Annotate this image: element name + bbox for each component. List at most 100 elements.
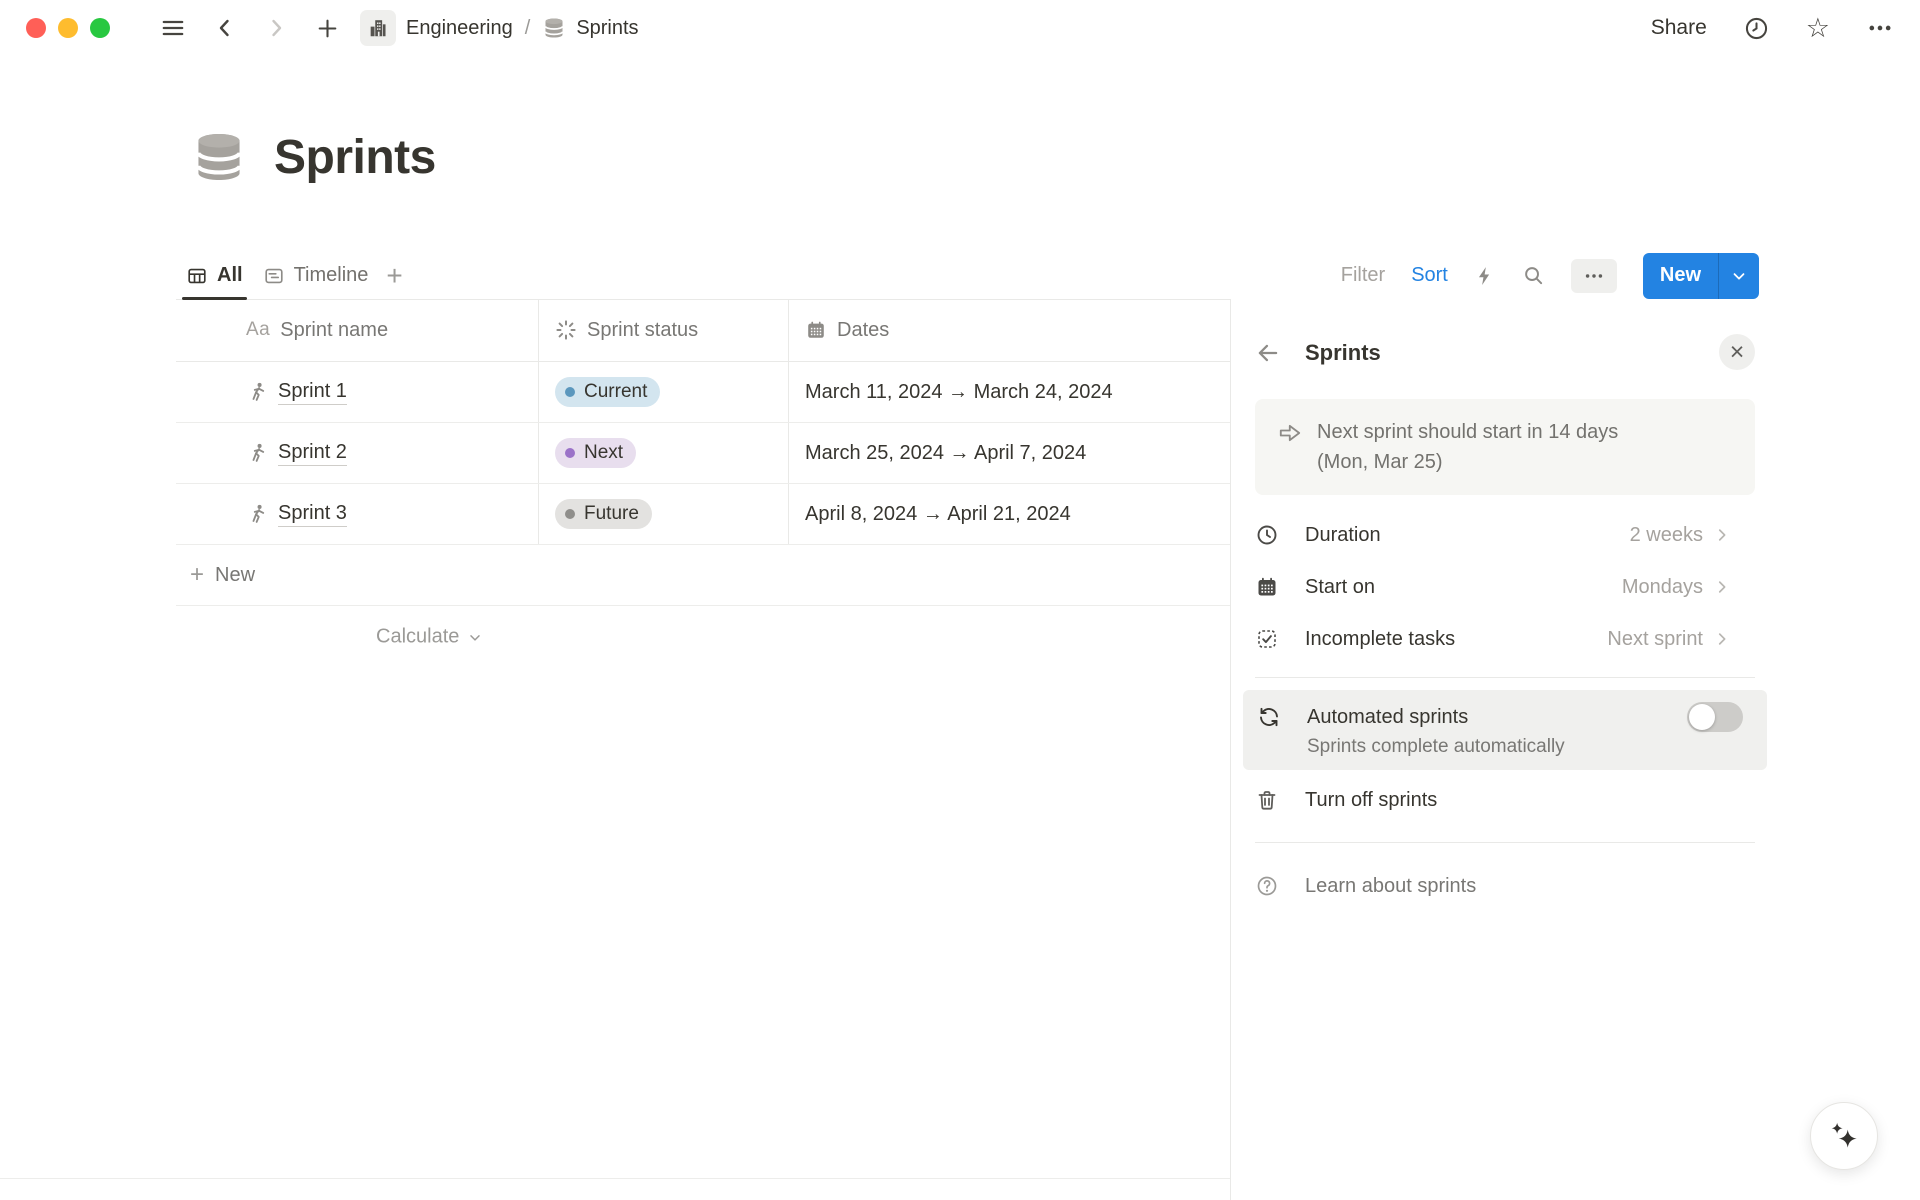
ai-assistant-button[interactable] [1810,1102,1878,1170]
panel-header: Sprints × [1255,333,1755,373]
sprints-settings-panel: Sprints × Next sprint should start in 14… [1230,299,1920,1200]
plus-icon: + [190,563,204,587]
status-dot [565,448,575,458]
page-database-icon[interactable] [190,128,248,186]
panel-title: Sprints [1305,340,1381,366]
status-spinner-icon [555,319,577,341]
workspace-icon[interactable] [360,10,396,46]
help-circle-icon [1255,874,1279,898]
tab-all[interactable]: All [176,252,253,299]
content-bottom-divider [0,1178,1230,1179]
sprint-status-cell[interactable]: Next [539,423,789,483]
page-header: Sprints [190,128,436,186]
checkbox-dotted-icon [1255,627,1279,651]
chevron-right-icon [1713,526,1731,544]
forward-icon[interactable] [264,15,288,41]
automations-bolt-icon[interactable] [1474,265,1496,287]
setting-incomplete-tasks[interactable]: Incomplete tasks Next sprint [1255,613,1755,665]
zoom-window-button[interactable] [90,18,110,38]
sprints-table: Aa Sprint name Sprint status [176,299,1230,668]
tab-timeline[interactable]: Timeline [253,252,379,299]
next-sprint-notice: Next sprint should start in 14 days (Mon… [1255,399,1755,495]
table-header-row: Aa Sprint name Sprint status [176,299,1230,362]
table-row: Sprint 2 Next March 25, 2024 → April 7, … [176,423,1230,484]
panel-close-button[interactable]: × [1719,334,1755,370]
breadcrumb-workspace[interactable]: Engineering [406,17,513,40]
status-dot [565,509,575,519]
automated-sprints-row[interactable]: Automated sprints Sprints complete autom… [1243,690,1767,770]
status-badge[interactable]: Current [555,377,660,407]
automated-sprints-description: Sprints complete automatically [1307,736,1753,758]
sprint-name-cell[interactable]: Sprint 3 [176,484,539,544]
app-window: Engineering / Sprints Share ☆ [0,0,1920,1200]
table-row: Sprint 3 Future April 8, 2024 → April 21… [176,484,1230,545]
window-controls [26,18,110,38]
table-row: Sprint 1 Current March 11, 2024 → March … [176,362,1230,423]
new-page-icon[interactable] [315,16,340,41]
page-title[interactable]: Sprints [274,130,436,185]
share-button[interactable]: Share [1651,16,1707,40]
minimize-window-button[interactable] [58,18,78,38]
repeat-icon [1257,705,1281,729]
sprint-name-cell[interactable]: Sprint 1 [176,362,539,422]
notice-text: Next sprint should start in 14 days (Mon… [1317,417,1665,477]
sidebar-menu-icon[interactable] [160,15,186,41]
more-options-icon[interactable] [1866,14,1894,42]
ellipsis-icon [1583,265,1605,287]
dates-cell[interactable]: March 25, 2024 → April 7, 2024 [789,423,1230,483]
table-view-icon [186,265,208,287]
chevron-right-icon [1713,630,1731,648]
sprint-status-cell[interactable]: Current [539,362,789,422]
new-record-button[interactable]: New [1643,253,1759,299]
updates-clock-icon[interactable] [1743,15,1770,42]
view-options-button[interactable] [1571,259,1617,293]
setting-duration[interactable]: Duration 2 weeks [1255,509,1755,561]
column-header-sprint-status[interactable]: Sprint status [539,299,789,361]
status-badge[interactable]: Future [555,499,652,529]
new-row-button[interactable]: + New [176,545,1230,606]
search-icon[interactable] [1522,264,1545,287]
favorite-star-icon[interactable]: ☆ [1806,15,1830,42]
breadcrumb-separator: / [525,17,531,40]
add-view-button[interactable]: + [378,262,410,290]
arrow-right-outline-icon [1277,420,1303,446]
sprint-status-cell[interactable]: Future [539,484,789,544]
status-dot [565,387,575,397]
new-dropdown-chevron-icon[interactable] [1719,253,1759,299]
sprint-settings-list: Duration 2 weeks St [1255,509,1755,665]
dates-cell[interactable]: April 8, 2024 → April 21, 2024 [789,484,1230,544]
dates-cell[interactable]: March 11, 2024 → March 24, 2024 [789,362,1230,422]
filter-button[interactable]: Filter [1341,264,1385,287]
column-header-dates[interactable]: Dates [789,299,1230,361]
calendar-icon [805,319,827,341]
runner-icon [246,442,268,464]
calculate-button[interactable]: Calculate [376,626,483,649]
calendar-icon [1255,575,1279,599]
setting-start-on[interactable]: Start on Mondays [1255,561,1755,613]
view-tabbar: All Timeline + Filter Sort New [176,252,1877,300]
breadcrumb-page[interactable]: Sprints [576,17,638,40]
sort-button[interactable]: Sort [1411,264,1448,287]
status-badge[interactable]: Next [555,438,636,468]
back-icon[interactable] [213,15,237,41]
timeline-view-icon [263,265,285,287]
clock-icon [1255,523,1279,547]
panel-back-icon[interactable] [1255,340,1281,366]
trash-icon [1255,788,1279,812]
text-property-icon: Aa [246,319,270,341]
database-icon [542,16,566,40]
column-header-sprint-name[interactable]: Aa Sprint name [176,299,539,361]
close-window-button[interactable] [26,18,46,38]
breadcrumb: Engineering / Sprints [360,10,639,46]
chevron-right-icon [1713,578,1731,596]
sparkles-icon [1826,1118,1862,1154]
panel-divider [1255,842,1755,843]
calculate-row: Calculate [176,606,1230,668]
automated-sprints-toggle[interactable] [1687,702,1743,732]
turn-off-sprints-button[interactable]: Turn off sprints [1255,770,1755,830]
panel-divider [1255,677,1755,678]
sprint-name-cell[interactable]: Sprint 2 [176,423,539,483]
runner-icon [246,503,268,525]
learn-about-sprints-link[interactable]: Learn about sprints [1255,855,1755,917]
chevron-down-icon [467,629,483,645]
